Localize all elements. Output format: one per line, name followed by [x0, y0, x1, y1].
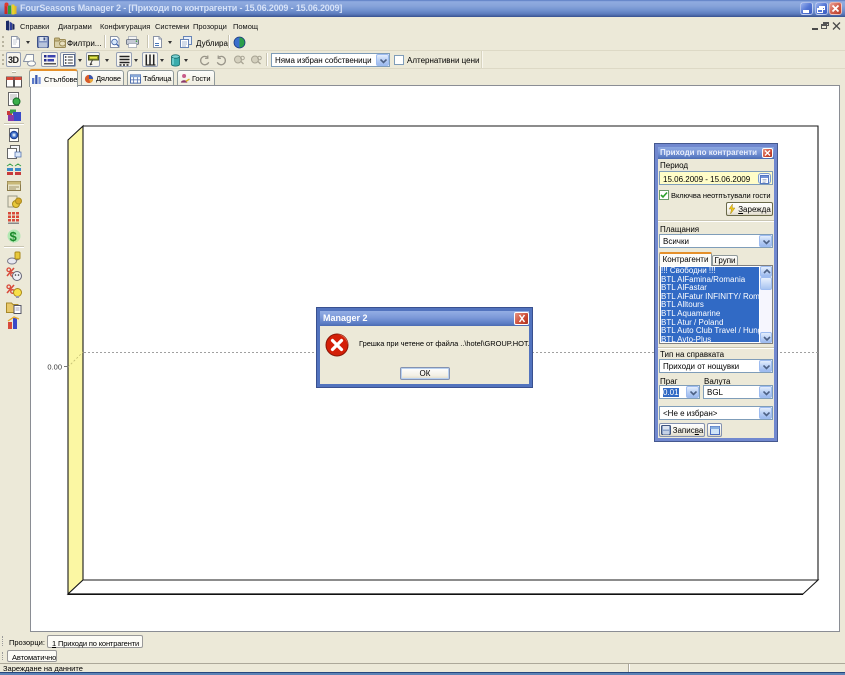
svg-text:0.00: 0.00 [47, 363, 62, 372]
svg-text:$: $ [10, 229, 18, 243]
